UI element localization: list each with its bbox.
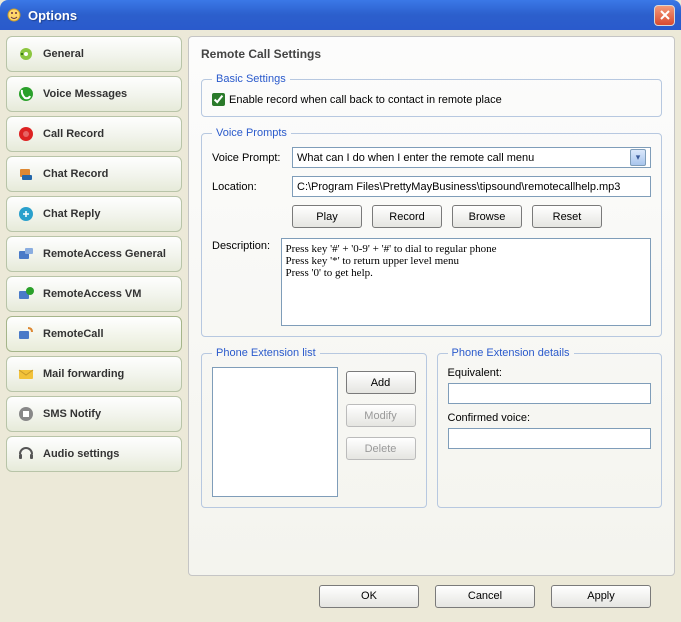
record-button[interactable]: Record — [372, 205, 442, 228]
voice-prompt-label: Voice Prompt: — [212, 152, 284, 164]
ext-list-legend: Phone Extension list — [212, 347, 320, 359]
phone-extension-details-group: Phone Extension details Equivalent: Conf… — [437, 347, 663, 508]
sidebar-item-label: SMS Notify — [43, 408, 101, 420]
sidebar-item-label: Chat Record — [43, 168, 108, 180]
sidebar-item-label: Chat Reply — [43, 208, 100, 220]
confirmed-voice-label: Confirmed voice: — [448, 412, 652, 424]
sidebar-item-chat-record[interactable]: Chat Record — [6, 156, 182, 192]
sidebar-item-label: RemoteAccess VM — [43, 288, 141, 300]
basic-settings-legend: Basic Settings — [212, 73, 290, 85]
sidebar: General Voice Messages Call Record Chat … — [6, 36, 182, 576]
mail-icon — [17, 365, 35, 383]
ext-details-legend: Phone Extension details — [448, 347, 574, 359]
sidebar-item-general[interactable]: General — [6, 36, 182, 72]
basic-settings-group: Basic Settings Enable record when call b… — [201, 73, 662, 117]
main-panel: Remote Call Settings Basic Settings Enab… — [188, 36, 675, 576]
client-area: General Voice Messages Call Record Chat … — [0, 30, 681, 582]
enable-record-checkbox[interactable] — [212, 93, 225, 106]
audio-icon — [17, 445, 35, 463]
chat-record-icon — [17, 165, 35, 183]
modify-button[interactable]: Modify — [346, 404, 416, 427]
voice-prompt-value: What can I do when I enter the remote ca… — [297, 152, 534, 164]
sidebar-item-remoteaccess-general[interactable]: RemoteAccess General — [6, 236, 182, 272]
chat-reply-icon — [17, 205, 35, 223]
sms-icon — [17, 405, 35, 423]
remote-vm-icon — [17, 285, 35, 303]
add-button[interactable]: Add — [346, 371, 416, 394]
remote-general-icon — [17, 245, 35, 263]
sidebar-item-label: Mail forwarding — [43, 368, 124, 380]
sidebar-item-call-record[interactable]: Call Record — [6, 116, 182, 152]
panel-title: Remote Call Settings — [201, 47, 662, 61]
sidebar-item-label: Audio settings — [43, 448, 119, 460]
sidebar-item-label: Call Record — [43, 128, 104, 140]
apply-button[interactable]: Apply — [551, 585, 651, 608]
location-label: Location: — [212, 181, 284, 193]
reset-button[interactable]: Reset — [532, 205, 602, 228]
extension-listbox[interactable] — [212, 367, 338, 497]
phone-extension-list-group: Phone Extension list Add Modify Delete — [201, 347, 427, 508]
sidebar-item-mail-forwarding[interactable]: Mail forwarding — [6, 356, 182, 392]
close-button[interactable] — [654, 5, 675, 26]
enable-record-label: Enable record when call back to contact … — [229, 94, 502, 106]
browse-button[interactable]: Browse — [452, 205, 522, 228]
delete-button[interactable]: Delete — [346, 437, 416, 460]
description-textarea[interactable] — [281, 238, 652, 326]
phone-icon — [17, 85, 35, 103]
app-icon — [6, 7, 22, 23]
remote-call-icon — [17, 325, 35, 343]
sidebar-item-chat-reply[interactable]: Chat Reply — [6, 196, 182, 232]
gear-icon — [17, 45, 35, 63]
equivalent-label: Equivalent: — [448, 367, 652, 379]
record-icon — [17, 125, 35, 143]
sidebar-item-voice-messages[interactable]: Voice Messages — [6, 76, 182, 112]
titlebar: Options — [0, 0, 681, 30]
voice-prompts-group: Voice Prompts Voice Prompt: What can I d… — [201, 127, 662, 337]
chevron-down-icon: ▾ — [630, 149, 646, 166]
equivalent-input[interactable] — [448, 383, 652, 404]
sidebar-item-audio-settings[interactable]: Audio settings — [6, 436, 182, 472]
location-input[interactable] — [292, 176, 651, 197]
voice-prompts-legend: Voice Prompts — [212, 127, 291, 139]
window-title: Options — [28, 8, 654, 23]
confirmed-voice-input[interactable] — [448, 428, 652, 449]
dialog-button-bar: OK Cancel Apply — [0, 582, 681, 616]
sidebar-item-sms-notify[interactable]: SMS Notify — [6, 396, 182, 432]
sidebar-item-remotecall[interactable]: RemoteCall — [6, 316, 182, 352]
sidebar-item-label: RemoteAccess General — [43, 248, 166, 260]
voice-prompt-select[interactable]: What can I do when I enter the remote ca… — [292, 147, 651, 168]
description-label: Description: — [212, 238, 273, 326]
sidebar-item-remoteaccess-vm[interactable]: RemoteAccess VM — [6, 276, 182, 312]
ok-button[interactable]: OK — [319, 585, 419, 608]
sidebar-item-label: RemoteCall — [43, 328, 104, 340]
cancel-button[interactable]: Cancel — [435, 585, 535, 608]
sidebar-item-label: General — [43, 48, 84, 60]
sidebar-item-label: Voice Messages — [43, 88, 127, 100]
play-button[interactable]: Play — [292, 205, 362, 228]
